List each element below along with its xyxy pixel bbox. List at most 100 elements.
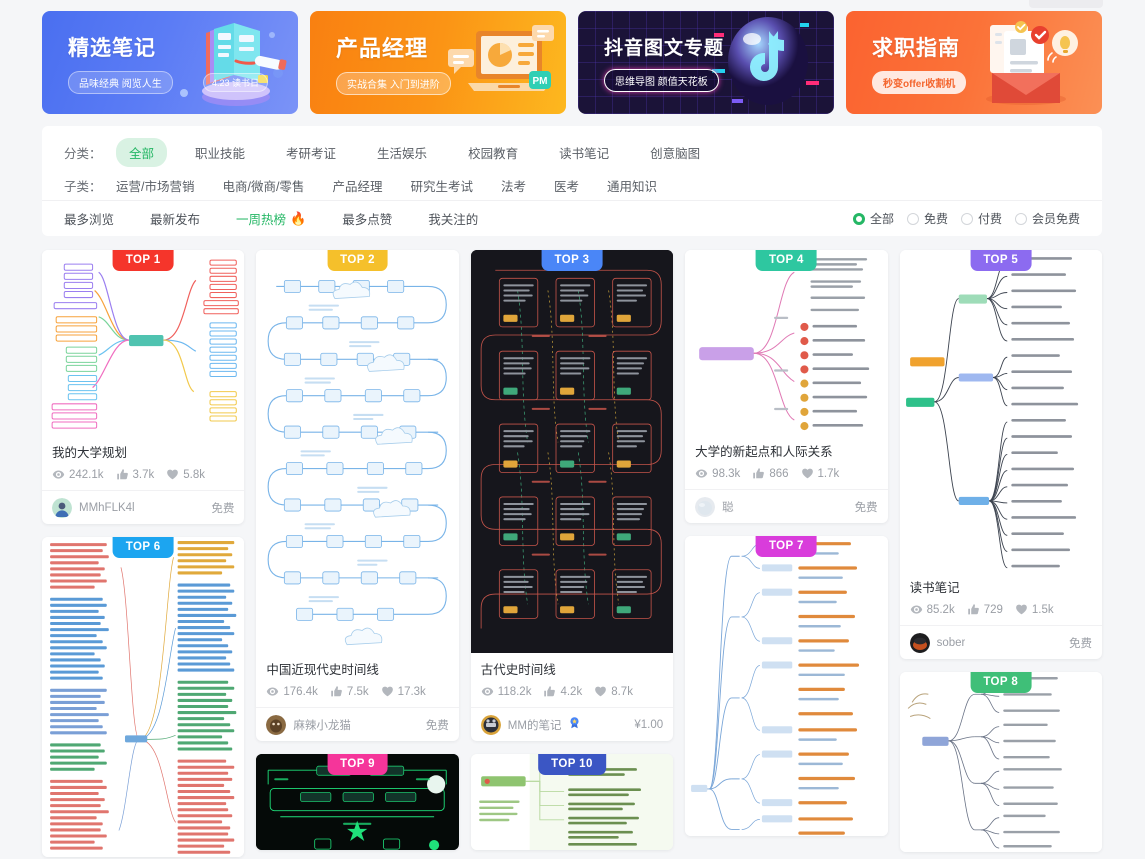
rank-badge: TOP 3 [541, 250, 603, 271]
card-thumbnail[interactable]: TOP 6 [42, 537, 245, 858]
category-label: 分类： [64, 146, 102, 161]
card-stats: 242.1k 3.7k 5.8k [52, 468, 234, 481]
stat-favorites: 5.8k [166, 468, 205, 481]
sort-following[interactable]: 我关注的 [428, 209, 478, 228]
card-top4[interactable]: TOP 4 大学的新起点和人际关系 98.3k 866 1.7k 聪 免费 [685, 250, 888, 524]
card-top2[interactable]: TOP 2 中国近现代史时间线 176.4k 7.5k 17.3k 麻辣小龙猫 … [256, 250, 459, 742]
banner-douyin-topic[interactable]: 抖音图文专题 思维导图 颜值天花板 [578, 11, 834, 114]
radio-all-label: 全部 [869, 212, 894, 226]
card-thumbnail[interactable]: TOP 10 [470, 754, 674, 851]
subcategory-chip-law[interactable]: 法考 [501, 176, 526, 195]
category-chip-campus[interactable]: 校园教育 [455, 138, 531, 167]
card-author-row[interactable]: 聪 免费 [685, 489, 888, 523]
subcategory-chip-pm[interactable]: 产品经理 [332, 176, 382, 195]
stat-likes: 866 [752, 467, 789, 480]
card-thumbnail[interactable]: TOP 1 [42, 250, 245, 436]
card-top9[interactable]: TOP 9 [256, 754, 459, 851]
card-thumbnail[interactable]: TOP 8 [899, 672, 1102, 853]
views-count: 176.4k [283, 685, 318, 698]
card-thumbnail[interactable]: TOP 4 [685, 250, 888, 435]
banner-title: 抖音图文专题 [604, 38, 725, 59]
sort-weekly-hot[interactable]: 一周热榜 🔥 [236, 209, 306, 228]
avatar [266, 714, 287, 735]
card-thumbnail[interactable]: TOP 7 [685, 536, 888, 837]
card-top3[interactable]: TOP 3 古代史时间线 118.2k 4.2k 8.7k MM的笔记 ¥1.0… [470, 250, 674, 742]
dark-mindmap-preview [470, 250, 674, 653]
subcategory-chip-operations[interactable]: 运营/市场营销 [116, 176, 194, 195]
card-author-row[interactable]: MM的笔记 ¥1.00 [470, 707, 674, 741]
card-top7[interactable]: TOP 7 [685, 536, 888, 837]
stat-favorites: 17.3k [381, 685, 426, 698]
radio-free[interactable]: 免费 [906, 210, 948, 227]
stat-likes: 729 [967, 603, 1003, 616]
card-top8[interactable]: TOP 8 [899, 672, 1102, 853]
favorites-count: 1.5k [1031, 603, 1054, 616]
sort-newest[interactable]: 最新发布 [150, 209, 200, 228]
sort-most-viewed[interactable]: 最多浏览 [64, 209, 114, 228]
radio-all[interactable]: 全部 [852, 210, 894, 227]
banner-featured-notes[interactable]: 精选笔记 品味经典 阅览人生 4.23 读书日 [42, 11, 298, 114]
likes-count: 866 [769, 467, 789, 480]
subcategory-chip-general[interactable]: 通用知识 [607, 176, 657, 195]
banner-job-guide[interactable]: 求职指南 秒变offer收割机 [846, 11, 1102, 114]
card-author-row[interactable]: MMhFLK4l 免费 [42, 490, 245, 524]
banner-title: 产品经理 [336, 35, 429, 61]
card-thumbnail[interactable]: TOP 5 [899, 250, 1102, 571]
card-author-row[interactable]: 麻辣小龙猫 免费 [256, 707, 459, 741]
card-meta: 中国近现代史时间线 176.4k 7.5k 17.3k [256, 653, 458, 707]
card-top1[interactable]: TOP 1 我的大学规划 242.1k 3.7k 5.8k MMhFLK4l 免… [42, 250, 245, 525]
stat-likes: 3.7k [116, 468, 155, 481]
radio-dot [1014, 212, 1027, 225]
favorites-count: 1.7k [817, 467, 840, 480]
card-title: 古代史时间线 [480, 663, 556, 677]
stat-favorites: 1.7k [801, 467, 840, 480]
sort-most-liked[interactable]: 最多点赞 [342, 209, 392, 228]
sort-bar: 最多浏览 最新发布 一周热榜 🔥 最多点赞 我关注的 全部 免费 付费 会员免费 [42, 200, 1102, 236]
category-chip-creative[interactable]: 创意脑图 [637, 138, 713, 167]
top-bar-stub [1029, 0, 1103, 8]
avatar [909, 632, 930, 653]
card-top10[interactable]: TOP 10 [470, 754, 674, 851]
subcategory-chip-gradexam[interactable]: 研究生考试 [410, 176, 473, 195]
heart-icon [801, 468, 813, 479]
card-stats: 118.2k 4.2k 8.7k [481, 685, 663, 698]
likes-count: 3.7k [132, 468, 155, 481]
card-thumbnail[interactable]: TOP 9 [256, 754, 459, 851]
price-label: 免费 [854, 501, 878, 514]
category-chip-life[interactable]: 生活娱乐 [364, 138, 440, 167]
subcategory-chip-ecommerce[interactable]: 电商/微商/零售 [222, 176, 304, 195]
author-name: MM的笔记 [507, 719, 562, 732]
subcategory-row: 子类： 运营/市场营销 电商/微商/零售 产品经理 研究生考试 法考 医考 通用… [64, 170, 1080, 200]
price-label: 免费 [425, 719, 449, 732]
card-thumbnail[interactable]: TOP 3 [470, 250, 674, 653]
radio-member-free[interactable]: 会员免费 [1014, 210, 1080, 227]
author-name: sober [936, 636, 966, 649]
card-title: 大学的新起点和人际关系 [695, 445, 833, 459]
views-count: 85.2k [926, 603, 955, 616]
card-top6[interactable]: TOP 6 [42, 537, 245, 858]
card-author-row[interactable]: sober 免费 [899, 625, 1102, 659]
banner-title: 精选笔记 [68, 36, 156, 60]
card-thumbnail[interactable]: TOP 2 [256, 250, 459, 653]
banner-subtitle: 实战合集 入门到进阶 [336, 71, 451, 95]
banner-product-manager[interactable]: 产品经理 实战合集 入门到进阶 PM [310, 11, 566, 114]
category-chip-reading[interactable]: 读书笔记 [546, 138, 622, 167]
tree-mindmap-preview [905, 257, 1078, 569]
avatar [480, 714, 501, 735]
category-chip-postgrad[interactable]: 考研考证 [273, 138, 349, 167]
subcategory-chip-medical[interactable]: 医考 [554, 176, 579, 195]
radio-paid[interactable]: 付费 [960, 210, 1002, 227]
category-chip-all[interactable]: 全部 [116, 137, 168, 167]
card-title: 我的大学规划 [52, 446, 128, 460]
rank-badge: TOP 5 [970, 250, 1032, 271]
orange-tree-preview [691, 540, 860, 835]
timeline-preview [267, 250, 448, 646]
stat-views: 118.2k [481, 685, 531, 698]
category-chip-vocational[interactable]: 职业技能 [182, 138, 258, 167]
likes-count: 7.5k [346, 685, 369, 698]
stat-favorites: 8.7k [594, 685, 633, 698]
card-top5[interactable]: TOP 5 读书笔记 85.2k 729 1.5k sober 免费 [899, 250, 1102, 660]
resume-envelope-icon [986, 21, 1078, 105]
banner-text: 产品经理 实战合集 入门到进阶 [310, 31, 451, 95]
banner-text: 求职指南 秒变offer收割机 [846, 32, 967, 94]
